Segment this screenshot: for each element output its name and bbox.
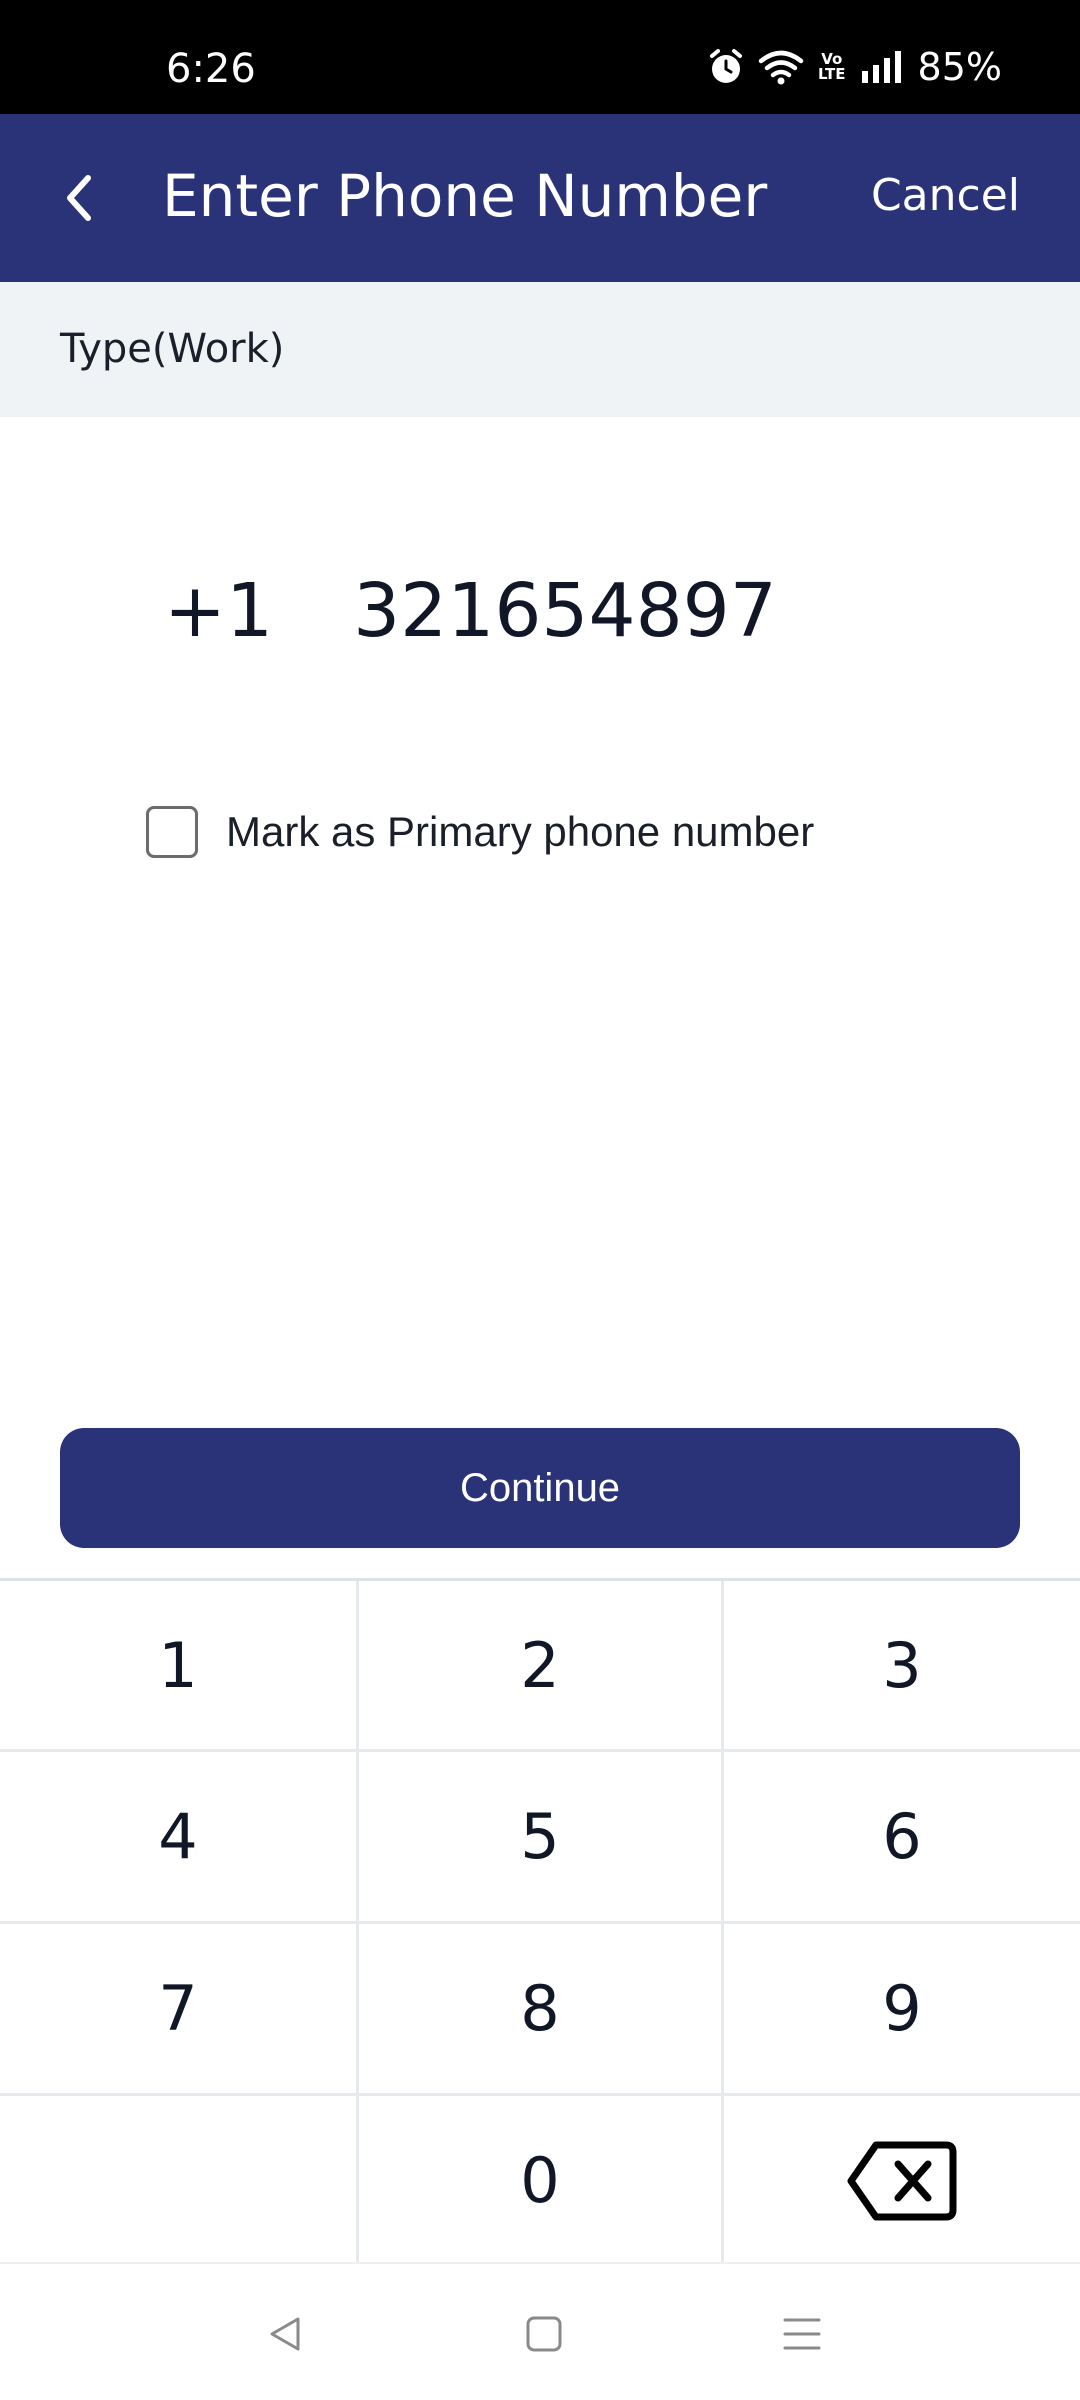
key-0[interactable]: 0 xyxy=(359,2096,721,2265)
phone-number-display: +1 321654897 xyxy=(164,566,777,656)
battery-level: 85% xyxy=(917,45,1002,89)
status-icons: Vo LTE 85% xyxy=(708,44,1002,90)
primary-checkbox-label: Mark as Primary phone number xyxy=(226,808,815,855)
phone-number-value: 321654897 xyxy=(353,568,777,654)
key-5[interactable]: 5 xyxy=(359,1752,721,1921)
phone-number-screen: 6:26 Vo LTE 85% Enter Phone Number Cance… xyxy=(0,0,1080,2400)
primary-checkbox[interactable] xyxy=(146,806,198,858)
nav-back-button[interactable] xyxy=(256,2304,316,2364)
key-9[interactable]: 9 xyxy=(724,1924,1080,2093)
country-code[interactable]: +1 xyxy=(164,568,273,654)
page-title: Enter Phone Number xyxy=(162,162,768,230)
key-1[interactable]: 1 xyxy=(0,1581,356,1749)
continue-button[interactable]: Continue xyxy=(60,1428,1020,1548)
system-nav-bar xyxy=(0,2262,1080,2400)
volte-icon: Vo LTE xyxy=(817,50,846,83)
key-3[interactable]: 3 xyxy=(724,1581,1080,1749)
key-7[interactable]: 7 xyxy=(0,1924,356,2093)
alarm-icon xyxy=(708,48,744,86)
key-4[interactable]: 4 xyxy=(0,1752,356,1921)
type-banner: Type(Work) xyxy=(0,282,1080,417)
app-bar: Enter Phone Number Cancel xyxy=(0,114,1080,282)
home-square-icon xyxy=(526,2316,562,2352)
status-time: 6:26 xyxy=(166,46,256,92)
recents-menu-icon xyxy=(783,2318,821,2350)
key-2[interactable]: 2 xyxy=(359,1581,721,1749)
back-button[interactable] xyxy=(40,158,120,238)
key-6[interactable]: 6 xyxy=(724,1752,1080,1921)
phone-type-label: Type(Work) xyxy=(60,326,285,372)
signal-icon xyxy=(860,51,904,83)
wifi-icon xyxy=(758,49,804,85)
chevron-left-icon xyxy=(67,175,91,221)
nav-recents-button[interactable] xyxy=(772,2304,832,2364)
status-bar: 6:26 Vo LTE 85% xyxy=(0,0,1080,114)
cancel-button[interactable]: Cancel xyxy=(871,170,1020,221)
backspace-icon xyxy=(847,2141,957,2220)
key-8[interactable]: 8 xyxy=(359,1924,721,2093)
back-triangle-icon xyxy=(270,2317,300,2351)
backspace-key[interactable] xyxy=(724,2096,1080,2265)
nav-home-button[interactable] xyxy=(514,2304,574,2364)
numeric-keypad: 1 2 3 4 5 6 7 8 9 0 xyxy=(0,1578,1080,2265)
primary-phone-option[interactable]: Mark as Primary phone number xyxy=(146,804,814,860)
key-empty xyxy=(0,2096,356,2265)
